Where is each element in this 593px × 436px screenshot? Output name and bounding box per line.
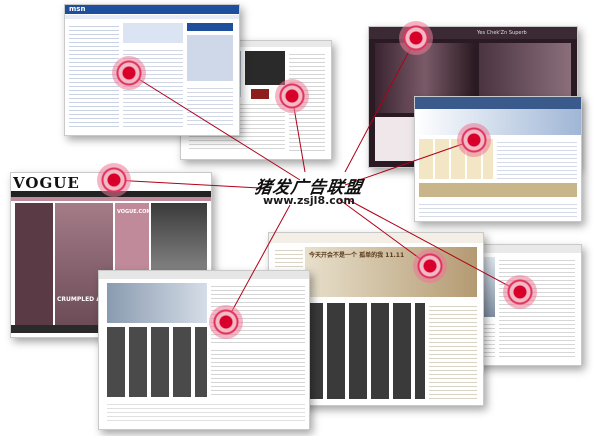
pulse-marker [275, 79, 309, 113]
music-banner-text: Yes Chek'Zn Superb [477, 30, 527, 36]
pulse-marker [97, 163, 131, 197]
entertainment-banner-text: 今天开会不是一个 孤单的我 11.11 [309, 252, 405, 259]
brand-url[interactable]: www.zsjl8.com [263, 194, 355, 207]
msn-screenshot: msn [64, 4, 240, 136]
pulse-marker [112, 56, 146, 90]
bottom-news-screenshot [98, 270, 310, 430]
pulse-marker [503, 275, 537, 309]
vogue-side-text: VOGUE.COM [117, 209, 152, 215]
blue-portal-screenshot [414, 96, 582, 222]
pulse-marker [209, 305, 243, 339]
pulse-marker [413, 249, 447, 283]
vogue-logo: VOGUE [13, 174, 80, 192]
msn-logo: msn [69, 5, 86, 13]
pulse-marker [399, 21, 433, 55]
pulse-marker [457, 123, 491, 157]
